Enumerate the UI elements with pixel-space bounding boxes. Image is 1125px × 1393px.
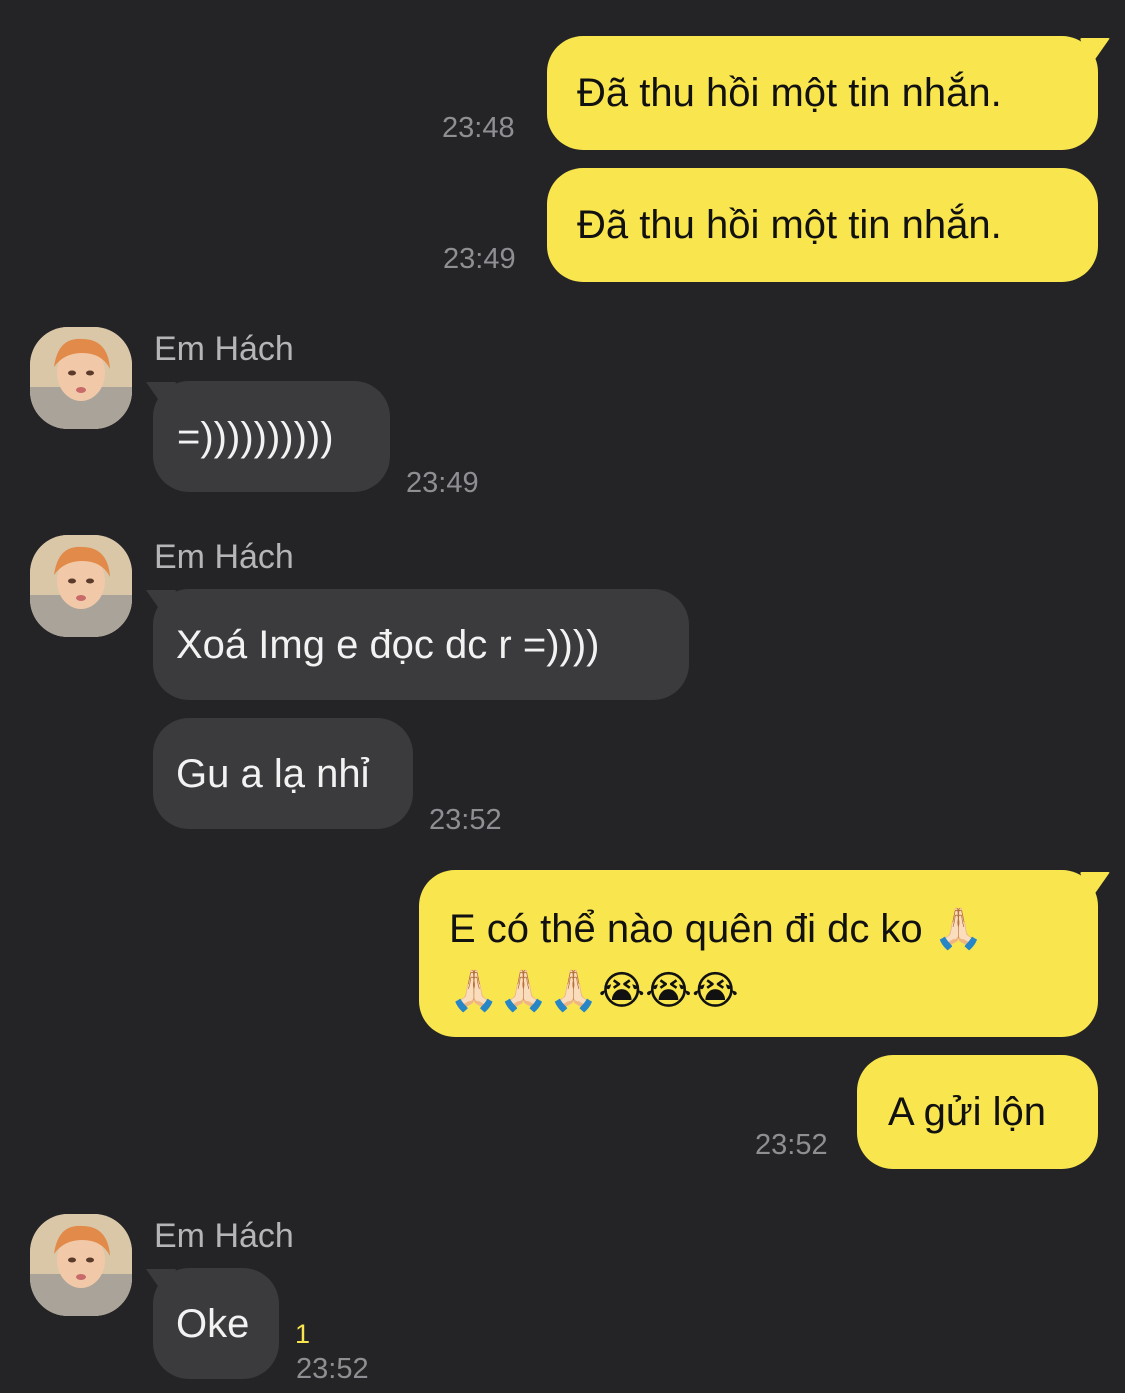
contact-avatar[interactable] bbox=[30, 327, 132, 429]
sender-name: Em Hách bbox=[154, 330, 294, 368]
message-bubble[interactable]: Oke bbox=[153, 1268, 279, 1379]
sender-name: Em Hách bbox=[154, 1217, 294, 1255]
sender-name: Em Hách bbox=[154, 538, 294, 576]
message-bubble[interactable]: Đã thu hồi một tin nhắn. bbox=[547, 168, 1098, 282]
message-bubble[interactable]: Xoá Img e đọc dc r =)))) bbox=[153, 589, 689, 700]
unread-count: 1 bbox=[295, 1319, 311, 1349]
contact-avatar[interactable] bbox=[30, 535, 132, 637]
message-bubble[interactable]: Đã thu hồi một tin nhắn. bbox=[547, 36, 1098, 150]
message-text: Đã thu hồi một tin nhắn. bbox=[577, 71, 1002, 115]
message-time: 23:49 bbox=[443, 243, 516, 275]
message-time: 23:48 bbox=[442, 112, 515, 144]
message-text-line: 🙏🏻🙏🏻🙏🏻😭😭😭 bbox=[449, 969, 739, 1013]
message-bubble[interactable]: A gửi lộn bbox=[857, 1055, 1098, 1169]
message-text: Oke bbox=[176, 1302, 250, 1346]
avatar-photo-icon bbox=[30, 327, 132, 429]
contact-avatar[interactable] bbox=[30, 1214, 132, 1316]
message-time: 23:52 bbox=[296, 1353, 369, 1385]
message-bubble[interactable]: Gu a lạ nhỉ bbox=[153, 718, 413, 829]
message-text: Xoá Img e đọc dc r =)))) bbox=[176, 623, 600, 667]
chat-view[interactable]: 23:48 Đã thu hồi một tin nhắn. 23:49 Đã … bbox=[0, 0, 1125, 1393]
message-bubble[interactable]: =)))))))))) bbox=[153, 381, 390, 492]
avatar-photo-icon bbox=[30, 535, 132, 637]
avatar-photo-icon bbox=[30, 1214, 132, 1316]
message-text: A gửi lộn bbox=[888, 1090, 1046, 1134]
message-text: Gu a lạ nhỉ bbox=[176, 752, 370, 796]
message-text-line: E có thể nào quên đi dc ko 🙏🏻 bbox=[449, 907, 984, 951]
message-time: 23:52 bbox=[429, 804, 502, 836]
message-text: =)))))))))) bbox=[177, 415, 334, 459]
message-time: 23:49 bbox=[406, 467, 479, 499]
message-bubble[interactable]: E có thể nào quên đi dc ko 🙏🏻 🙏🏻🙏🏻🙏🏻😭😭😭 bbox=[419, 870, 1098, 1037]
message-text: Đã thu hồi một tin nhắn. bbox=[577, 203, 1002, 247]
message-time: 23:52 bbox=[755, 1129, 828, 1161]
